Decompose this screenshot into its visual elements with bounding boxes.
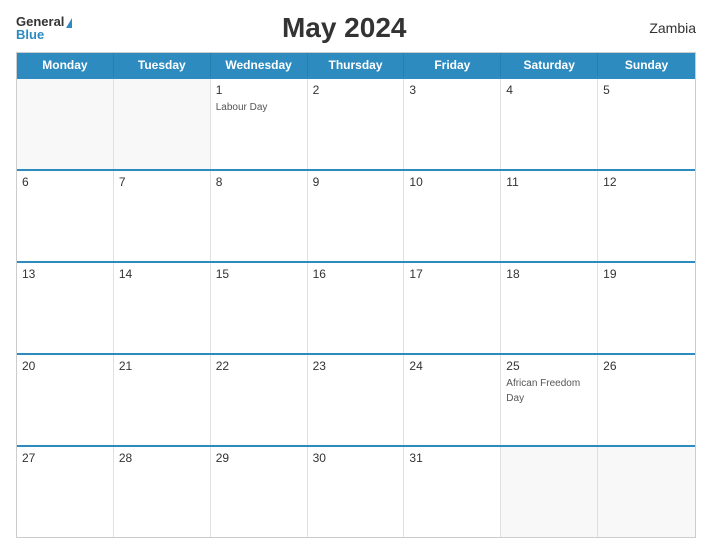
- cell-w1-mon: [17, 79, 114, 169]
- day-12: 12: [603, 175, 690, 189]
- day-29: 29: [216, 451, 302, 465]
- cell-w1-sun: 5: [598, 79, 695, 169]
- day-15: 15: [216, 267, 302, 281]
- col-friday: Friday: [404, 53, 501, 77]
- day-22: 22: [216, 359, 302, 373]
- cell-w3-sun: 19: [598, 263, 695, 353]
- cell-w2-sat: 11: [501, 171, 598, 261]
- day-14: 14: [119, 267, 205, 281]
- week-2: 6 7 8 9 10 11 12: [17, 169, 695, 261]
- cell-w1-fri: 3: [404, 79, 501, 169]
- calendar-title: May 2024: [72, 12, 616, 44]
- day-28: 28: [119, 451, 205, 465]
- cell-w5-tue: 28: [114, 447, 211, 537]
- holiday-labour-day: Labour Day: [216, 102, 268, 113]
- cell-w3-tue: 14: [114, 263, 211, 353]
- cell-w3-fri: 17: [404, 263, 501, 353]
- calendar-body: 1 Labour Day 2 3 4 5 6: [17, 77, 695, 537]
- cell-w3-thu: 16: [308, 263, 405, 353]
- calendar-header-row: Monday Tuesday Wednesday Thursday Friday…: [17, 53, 695, 77]
- day-31: 31: [409, 451, 495, 465]
- day-18: 18: [506, 267, 592, 281]
- logo-blue-text: Blue: [16, 28, 44, 41]
- day-25: 25: [506, 359, 592, 373]
- day-17: 17: [409, 267, 495, 281]
- day-30: 30: [313, 451, 399, 465]
- day-11: 11: [506, 175, 592, 189]
- day-7: 7: [119, 175, 205, 189]
- week-4: 20 21 22 23 24 25 African Freedom Day: [17, 353, 695, 445]
- cell-w2-thu: 9: [308, 171, 405, 261]
- cell-w4-sun: 26: [598, 355, 695, 445]
- week-3: 13 14 15 16 17 18 19: [17, 261, 695, 353]
- day-10: 10: [409, 175, 495, 189]
- cell-w3-wed: 15: [211, 263, 308, 353]
- day-1: 1: [216, 83, 302, 97]
- cell-w1-sat: 4: [501, 79, 598, 169]
- cell-w1-wed: 1 Labour Day: [211, 79, 308, 169]
- col-thursday: Thursday: [308, 53, 405, 77]
- cell-w4-wed: 22: [211, 355, 308, 445]
- day-8: 8: [216, 175, 302, 189]
- cell-w2-sun: 12: [598, 171, 695, 261]
- day-4: 4: [506, 83, 592, 97]
- week-5: 27 28 29 30 31: [17, 445, 695, 537]
- logo: General Blue: [16, 15, 72, 41]
- cell-w5-wed: 29: [211, 447, 308, 537]
- day-27: 27: [22, 451, 108, 465]
- day-23: 23: [313, 359, 399, 373]
- day-2: 2: [313, 83, 399, 97]
- day-19: 19: [603, 267, 690, 281]
- day-13: 13: [22, 267, 108, 281]
- day-21: 21: [119, 359, 205, 373]
- day-26: 26: [603, 359, 690, 373]
- cell-w1-tue: [114, 79, 211, 169]
- day-16: 16: [313, 267, 399, 281]
- cell-w5-thu: 30: [308, 447, 405, 537]
- cell-w1-thu: 2: [308, 79, 405, 169]
- calendar-page: General Blue May 2024 Zambia Monday Tues…: [0, 0, 712, 550]
- cell-w4-fri: 24: [404, 355, 501, 445]
- col-wednesday: Wednesday: [211, 53, 308, 77]
- col-tuesday: Tuesday: [114, 53, 211, 77]
- cell-w2-wed: 8: [211, 171, 308, 261]
- cell-w4-tue: 21: [114, 355, 211, 445]
- day-20: 20: [22, 359, 108, 373]
- cell-w4-mon: 20: [17, 355, 114, 445]
- cell-w2-fri: 10: [404, 171, 501, 261]
- cell-w5-sun: [598, 447, 695, 537]
- cell-w4-sat: 25 African Freedom Day: [501, 355, 598, 445]
- day-6: 6: [22, 175, 108, 189]
- cell-w2-mon: 6: [17, 171, 114, 261]
- col-saturday: Saturday: [501, 53, 598, 77]
- cell-w5-sat: [501, 447, 598, 537]
- week-1: 1 Labour Day 2 3 4 5: [17, 77, 695, 169]
- cell-w2-tue: 7: [114, 171, 211, 261]
- calendar-grid: Monday Tuesday Wednesday Thursday Friday…: [16, 52, 696, 538]
- country-label: Zambia: [616, 20, 696, 36]
- cell-w4-thu: 23: [308, 355, 405, 445]
- cell-w3-sat: 18: [501, 263, 598, 353]
- holiday-african-freedom-day: African Freedom Day: [506, 378, 580, 404]
- col-sunday: Sunday: [598, 53, 695, 77]
- header: General Blue May 2024 Zambia: [16, 12, 696, 44]
- cell-w3-mon: 13: [17, 263, 114, 353]
- day-5: 5: [603, 83, 690, 97]
- day-3: 3: [409, 83, 495, 97]
- col-monday: Monday: [17, 53, 114, 77]
- day-24: 24: [409, 359, 495, 373]
- cell-w5-fri: 31: [404, 447, 501, 537]
- cell-w5-mon: 27: [17, 447, 114, 537]
- day-9: 9: [313, 175, 399, 189]
